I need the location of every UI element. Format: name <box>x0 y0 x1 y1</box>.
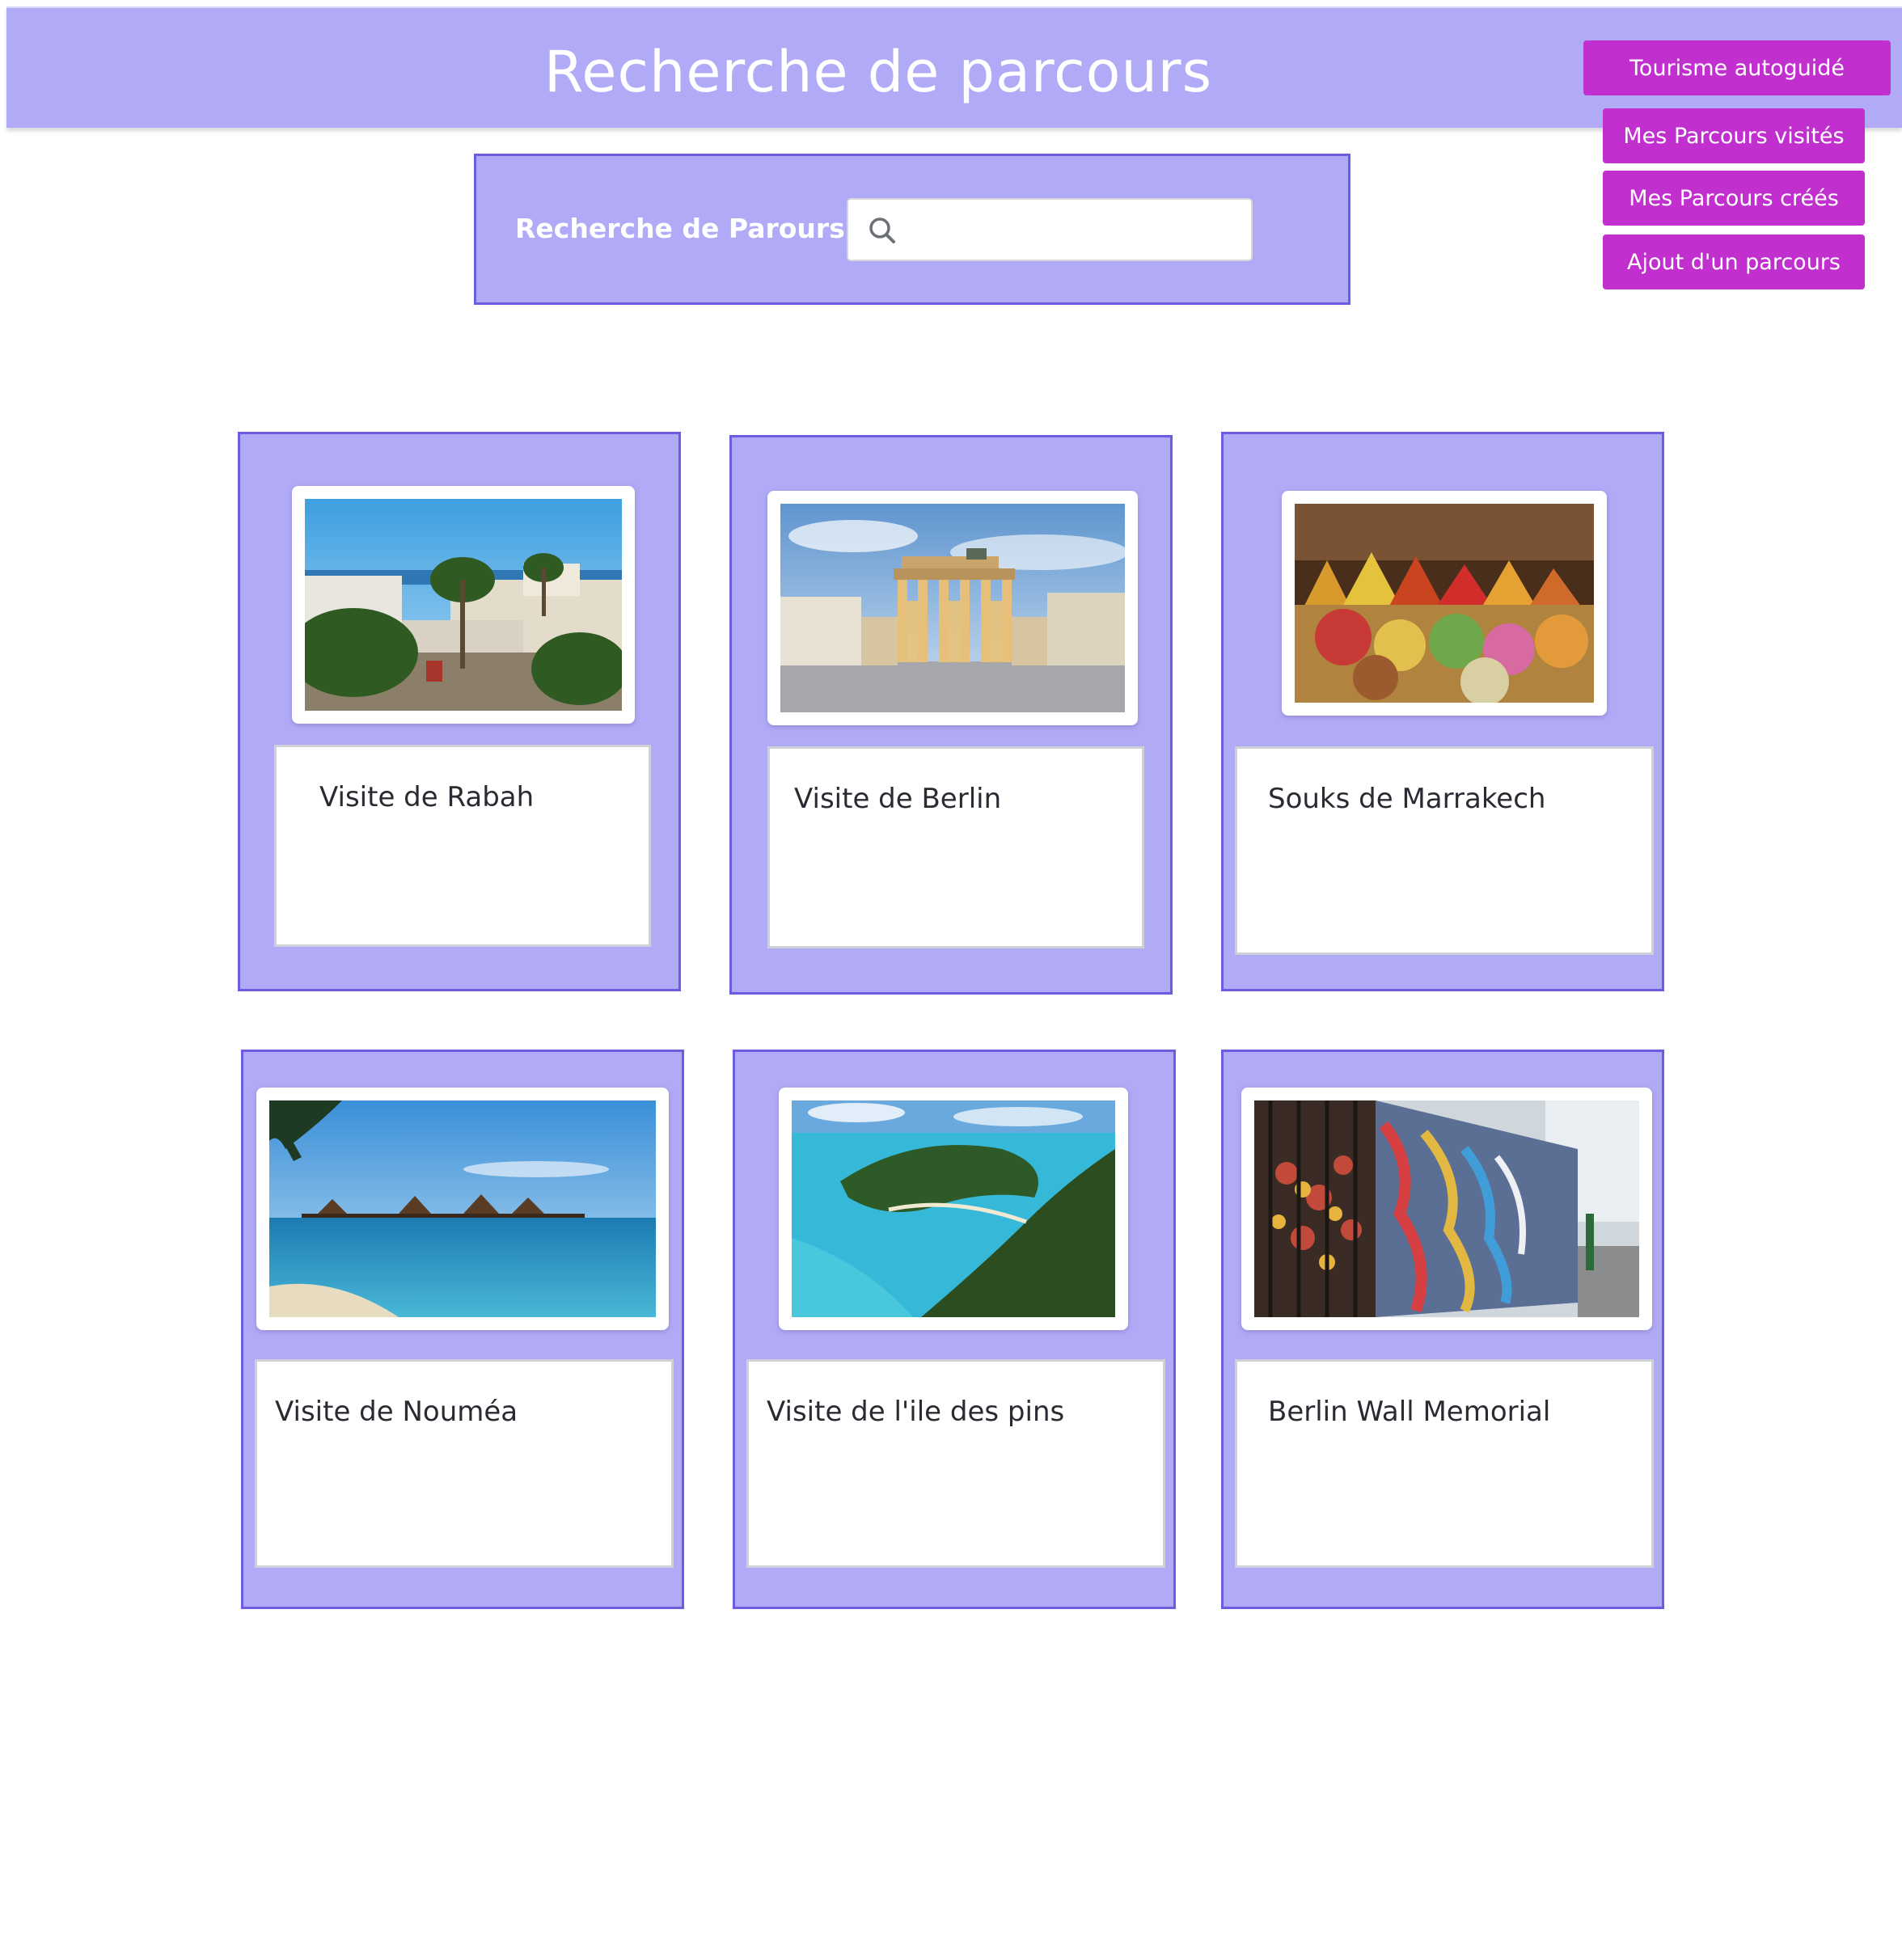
search-input[interactable] <box>910 208 1236 253</box>
brandenburg-gate-photo <box>780 504 1125 712</box>
search-panel: Recherche de Parours <box>474 154 1350 305</box>
search-icon <box>869 218 895 243</box>
parcours-title-box: Visite de l'ile des pins <box>746 1359 1165 1568</box>
search-box[interactable] <box>847 198 1253 261</box>
parcours-card[interactable]: Souks de Marrakech <box>1221 432 1664 991</box>
mes-parcours-crees-button[interactable]: Mes Parcours créés <box>1603 171 1865 226</box>
mes-parcours-visites-button[interactable]: Mes Parcours visités <box>1603 108 1865 163</box>
parcours-card[interactable]: Visite de l'ile des pins <box>733 1050 1176 1609</box>
parcours-title: Visite de Berlin <box>794 783 1002 815</box>
spice-market-photo <box>1295 504 1594 703</box>
parcours-photo-frame <box>256 1088 669 1330</box>
parcours-photo-frame <box>1241 1088 1652 1330</box>
parcours-title: Souks de Marrakech <box>1268 783 1546 815</box>
parcours-photo-frame <box>1282 491 1607 716</box>
parcours-title-box: Souks de Marrakech <box>1235 746 1654 955</box>
parcours-photo-frame <box>767 491 1138 725</box>
tourisme-autoguide-button[interactable]: Tourisme autoguidé <box>1583 40 1891 95</box>
parcours-title-box: Visite de Berlin <box>767 746 1144 948</box>
parcours-photo-frame <box>779 1088 1128 1330</box>
parcours-card[interactable]: Visite de Berlin <box>729 435 1173 995</box>
ajout-parcours-button[interactable]: Ajout d'un parcours <box>1603 234 1865 289</box>
parcours-title: Berlin Wall Memorial <box>1268 1396 1551 1428</box>
berlin-wall-graffiti-photo <box>1254 1100 1639 1317</box>
parcours-title: Visite de l'ile des pins <box>767 1396 1065 1428</box>
overwater-bungalows-photo <box>269 1100 656 1317</box>
parcours-card[interactable]: Berlin Wall Memorial <box>1221 1050 1664 1609</box>
parcours-card[interactable]: Visite de Nouméa <box>241 1050 684 1609</box>
parcours-title: Visite de Rabah <box>319 781 535 813</box>
parcours-title: Visite de Nouméa <box>275 1396 518 1428</box>
search-label: Recherche de Parours <box>515 213 845 244</box>
parcours-photo-frame <box>292 486 635 724</box>
parcours-title-box: Visite de Nouméa <box>255 1359 674 1568</box>
rabat-palm-city-photo <box>305 499 622 711</box>
parcours-card[interactable]: Visite de Rabah <box>238 432 681 991</box>
page-title: Recherche de parcours <box>543 39 1213 105</box>
parcours-title-box: Berlin Wall Memorial <box>1235 1359 1654 1568</box>
lagoon-island-photo <box>792 1100 1115 1317</box>
parcours-title-box: Visite de Rabah <box>274 745 651 947</box>
